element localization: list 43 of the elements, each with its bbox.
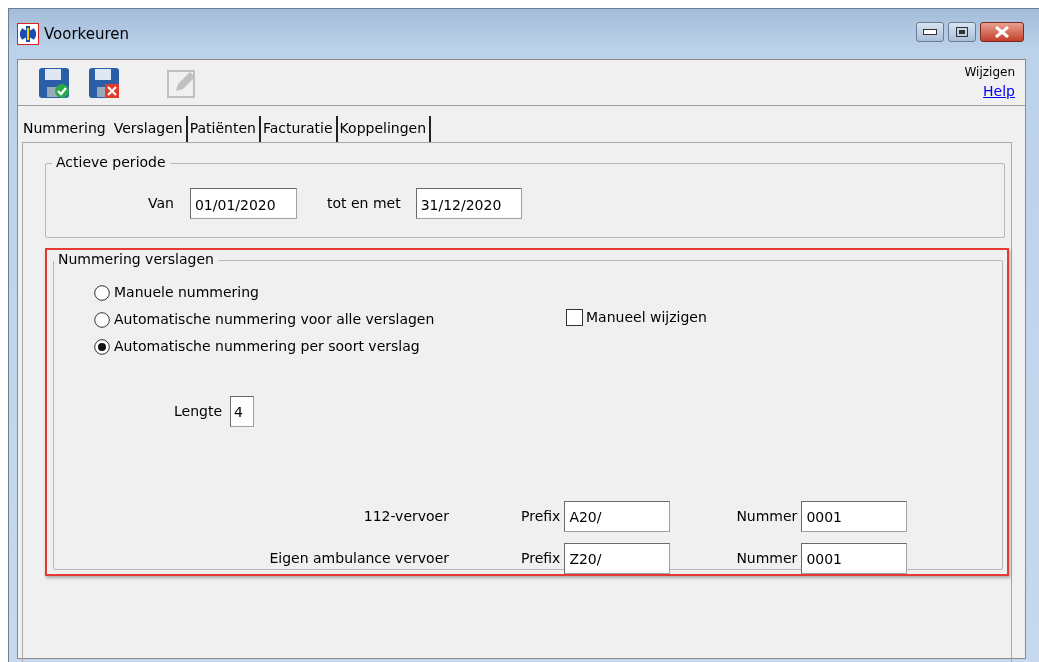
radio-label: Automatische nummering per soort verslag	[114, 337, 420, 356]
toolbar-button[interactable]	[88, 66, 120, 99]
minimize-icon	[923, 29, 937, 35]
tab[interactable]: Koppelingen	[338, 116, 432, 142]
checkbox[interactable]	[566, 308, 583, 326]
radio-button[interactable]	[94, 338, 110, 355]
field-label: Van	[148, 194, 174, 213]
checkbox-label: Manueel wijzigen	[586, 307, 707, 327]
group-title: Nummering verslagen	[54, 251, 218, 268]
field-label: Lengte	[174, 402, 223, 421]
radio-label: Automatische nummering voor alle verslagen	[114, 310, 435, 329]
report-type-label: Eigen ambulance vervoer	[268, 548, 449, 568]
help-link[interactable]: Help	[983, 81, 1015, 102]
field-label: tot en met	[326, 194, 401, 213]
field-label: Nummer	[736, 506, 798, 526]
tab[interactable]: Facturatie	[261, 116, 338, 142]
close-button[interactable]	[980, 22, 1024, 42]
report-type-label: 112-vervoer	[362, 506, 449, 526]
date-field[interactable]: 31/12/2020	[415, 188, 522, 219]
prefix-field[interactable]: Z20/	[564, 542, 671, 574]
maximize-button[interactable]	[948, 22, 976, 42]
maximize-icon	[956, 27, 968, 37]
field-label: Nummer	[736, 548, 798, 568]
prefix-field[interactable]: A20/	[564, 500, 671, 532]
date-field[interactable]: 01/01/2020	[189, 188, 297, 219]
window-title: Voorkeuren	[44, 23, 130, 45]
radio-button[interactable]	[94, 311, 110, 328]
mode-label: Wijzigen	[964, 64, 1015, 81]
number-field[interactable]: 0001	[801, 500, 908, 532]
tab[interactable]: Verslagen	[112, 116, 188, 142]
tab[interactable]: Nummering	[22, 116, 112, 142]
toolbar-button[interactable]	[38, 66, 70, 99]
field-label: Prefix	[521, 506, 561, 526]
radio-button[interactable]	[94, 284, 110, 301]
minimize-button[interactable]	[916, 22, 944, 42]
tab[interactable]: Patiënten	[188, 116, 261, 142]
number-field[interactable]: 0001	[801, 542, 908, 574]
length-field[interactable]: 4	[230, 396, 255, 427]
group-title: Actieve periode	[52, 154, 170, 171]
close-icon	[994, 26, 1010, 38]
radio-label: Manuele nummering	[114, 283, 259, 302]
field-label: Prefix	[521, 548, 561, 568]
app-icon	[17, 23, 39, 45]
